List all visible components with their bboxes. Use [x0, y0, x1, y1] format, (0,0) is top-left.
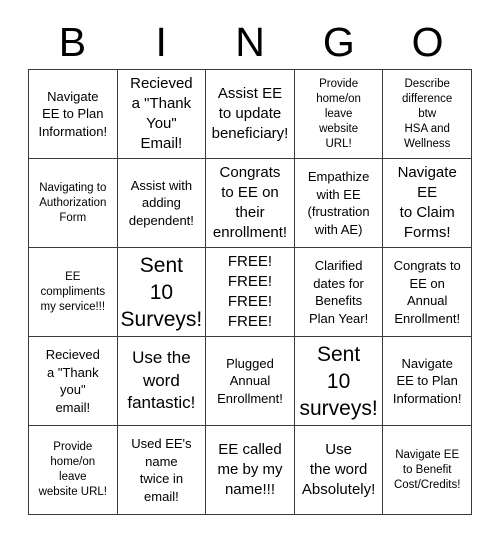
bingo-header-row: B I N G O	[28, 18, 472, 66]
bingo-cell-text: Congrats to EE on their enrollment!	[212, 164, 288, 241]
bingo-cell-text: Empathize with EE (frustration with AE)	[307, 169, 370, 237]
bingo-cell-r3c4[interactable]: Clarified dates for Benefits Plan Year!	[294, 248, 384, 337]
bingo-cell-text: Sent 10 surveys!	[299, 342, 378, 420]
bingo-cell-text: Assist EE to update beneficiary!	[211, 85, 289, 142]
bingo-cell-r5c2[interactable]: Used EE's name twice in email!	[117, 426, 207, 515]
bingo-cell-text: Provide home/on leave website URL!	[38, 441, 107, 498]
bingo-cell-text: Navigating to Authorization Form	[39, 181, 107, 224]
bingo-cell-text: Navigate EE to Plan Information!	[38, 88, 108, 139]
bingo-header-letter-b: B	[58, 19, 87, 65]
bingo-cell-text: Congrats to EE on Annual Enrollment!	[393, 258, 461, 326]
bingo-cell-text: Provide home/on leave website URL!	[316, 77, 361, 150]
bingo-cell-text: Describe difference btw HSA and Wellness	[402, 77, 453, 150]
bingo-cell-r5c4[interactable]: Use the word Absolutely!	[294, 426, 384, 515]
bingo-cell-r2c1[interactable]: Navigating to Authorization Form	[29, 159, 118, 248]
bingo-cell-r4c2[interactable]: Use the word fantastic!	[117, 337, 207, 426]
bingo-cell-r5c3[interactable]: EE called me by my name!!!	[206, 426, 295, 515]
bingo-cell-text: Plugged Annual Enrollment!	[217, 355, 283, 406]
bingo-cell-r2c3[interactable]: Congrats to EE on their enrollment!	[206, 159, 295, 248]
bingo-cell-r1c5[interactable]: Describe difference btw HSA and Wellness	[383, 70, 472, 159]
bingo-cell-r2c2[interactable]: Assist with adding dependent!	[117, 159, 207, 248]
bingo-cell-r3c2[interactable]: Sent 10 Surveys!	[117, 248, 207, 337]
bingo-cell-r5c1[interactable]: Provide home/on leave website URL!	[29, 426, 118, 515]
bingo-cell-text: EE called me by my name!!!	[217, 441, 283, 498]
bingo-cell-text: Sent 10 Surveys!	[120, 253, 203, 331]
bingo-cell-text: Clarified dates for Benefits Plan Year!	[308, 258, 369, 326]
bingo-cell-text: Use the word fantastic!	[127, 348, 196, 413]
bingo-cell-text: Use the word Absolutely!	[301, 441, 376, 498]
bingo-cell-text: Recieved a "Thank You" Email!	[130, 75, 193, 152]
bingo-header-letter-i: I	[155, 19, 167, 65]
bingo-cell-r2c4[interactable]: Empathize with EE (frustration with AE)	[294, 159, 384, 248]
bingo-cell-r3c1[interactable]: EE compliments my service!!!	[29, 248, 118, 337]
bingo-cell-text: Navigate EE to Claim Forms!	[397, 164, 457, 241]
bingo-cell-r4c1[interactable]: Recieved a "Thank you" email!	[29, 337, 118, 426]
bingo-cell-text: EE compliments my service!!!	[40, 270, 106, 313]
bingo-cell-r4c3[interactable]: Plugged Annual Enrollment!	[206, 337, 295, 426]
bingo-cell-r1c1[interactable]: Navigate EE to Plan Information!	[29, 70, 118, 159]
bingo-cell-text: Assist with adding dependent!	[128, 177, 194, 228]
bingo-cell-r1c3[interactable]: Assist EE to update beneficiary!	[206, 70, 295, 159]
bingo-cell-r1c4[interactable]: Provide home/on leave website URL!	[294, 70, 384, 159]
bingo-cell-text: Recieved a "Thank you" email!	[45, 347, 100, 415]
bingo-header-letter-n: N	[235, 19, 265, 65]
bingo-cell-r2c5[interactable]: Navigate EE to Claim Forms!	[383, 159, 472, 248]
bingo-cell-text: FREE! FREE! FREE! FREE!	[227, 253, 273, 330]
bingo-cell-r3c5[interactable]: Congrats to EE on Annual Enrollment!	[383, 248, 472, 337]
bingo-cell-r5c5[interactable]: Navigate EE to Benefit Cost/Credits!	[383, 426, 472, 515]
bingo-cell-text: Used EE's name twice in email!	[131, 436, 192, 504]
bingo-cell-r4c5[interactable]: Navigate EE to Plan Information!	[383, 337, 472, 426]
bingo-cell-text: Navigate EE to Plan Information!	[392, 355, 462, 406]
bingo-header-letter-o: O	[411, 19, 444, 65]
bingo-header-letter-g: G	[322, 19, 355, 65]
bingo-grid: Navigate EE to Plan Information! Recieve…	[28, 69, 472, 515]
bingo-card: B I N G O Navigate EE to Plan Informatio…	[0, 0, 500, 544]
bingo-cell-r4c4[interactable]: Sent 10 surveys!	[294, 337, 384, 426]
bingo-cell-r1c2[interactable]: Recieved a "Thank You" Email!	[117, 70, 207, 159]
bingo-cell-text: Navigate EE to Benefit Cost/Credits!	[393, 448, 461, 491]
bingo-cell-r3c3-free[interactable]: FREE! FREE! FREE! FREE!	[206, 248, 295, 337]
